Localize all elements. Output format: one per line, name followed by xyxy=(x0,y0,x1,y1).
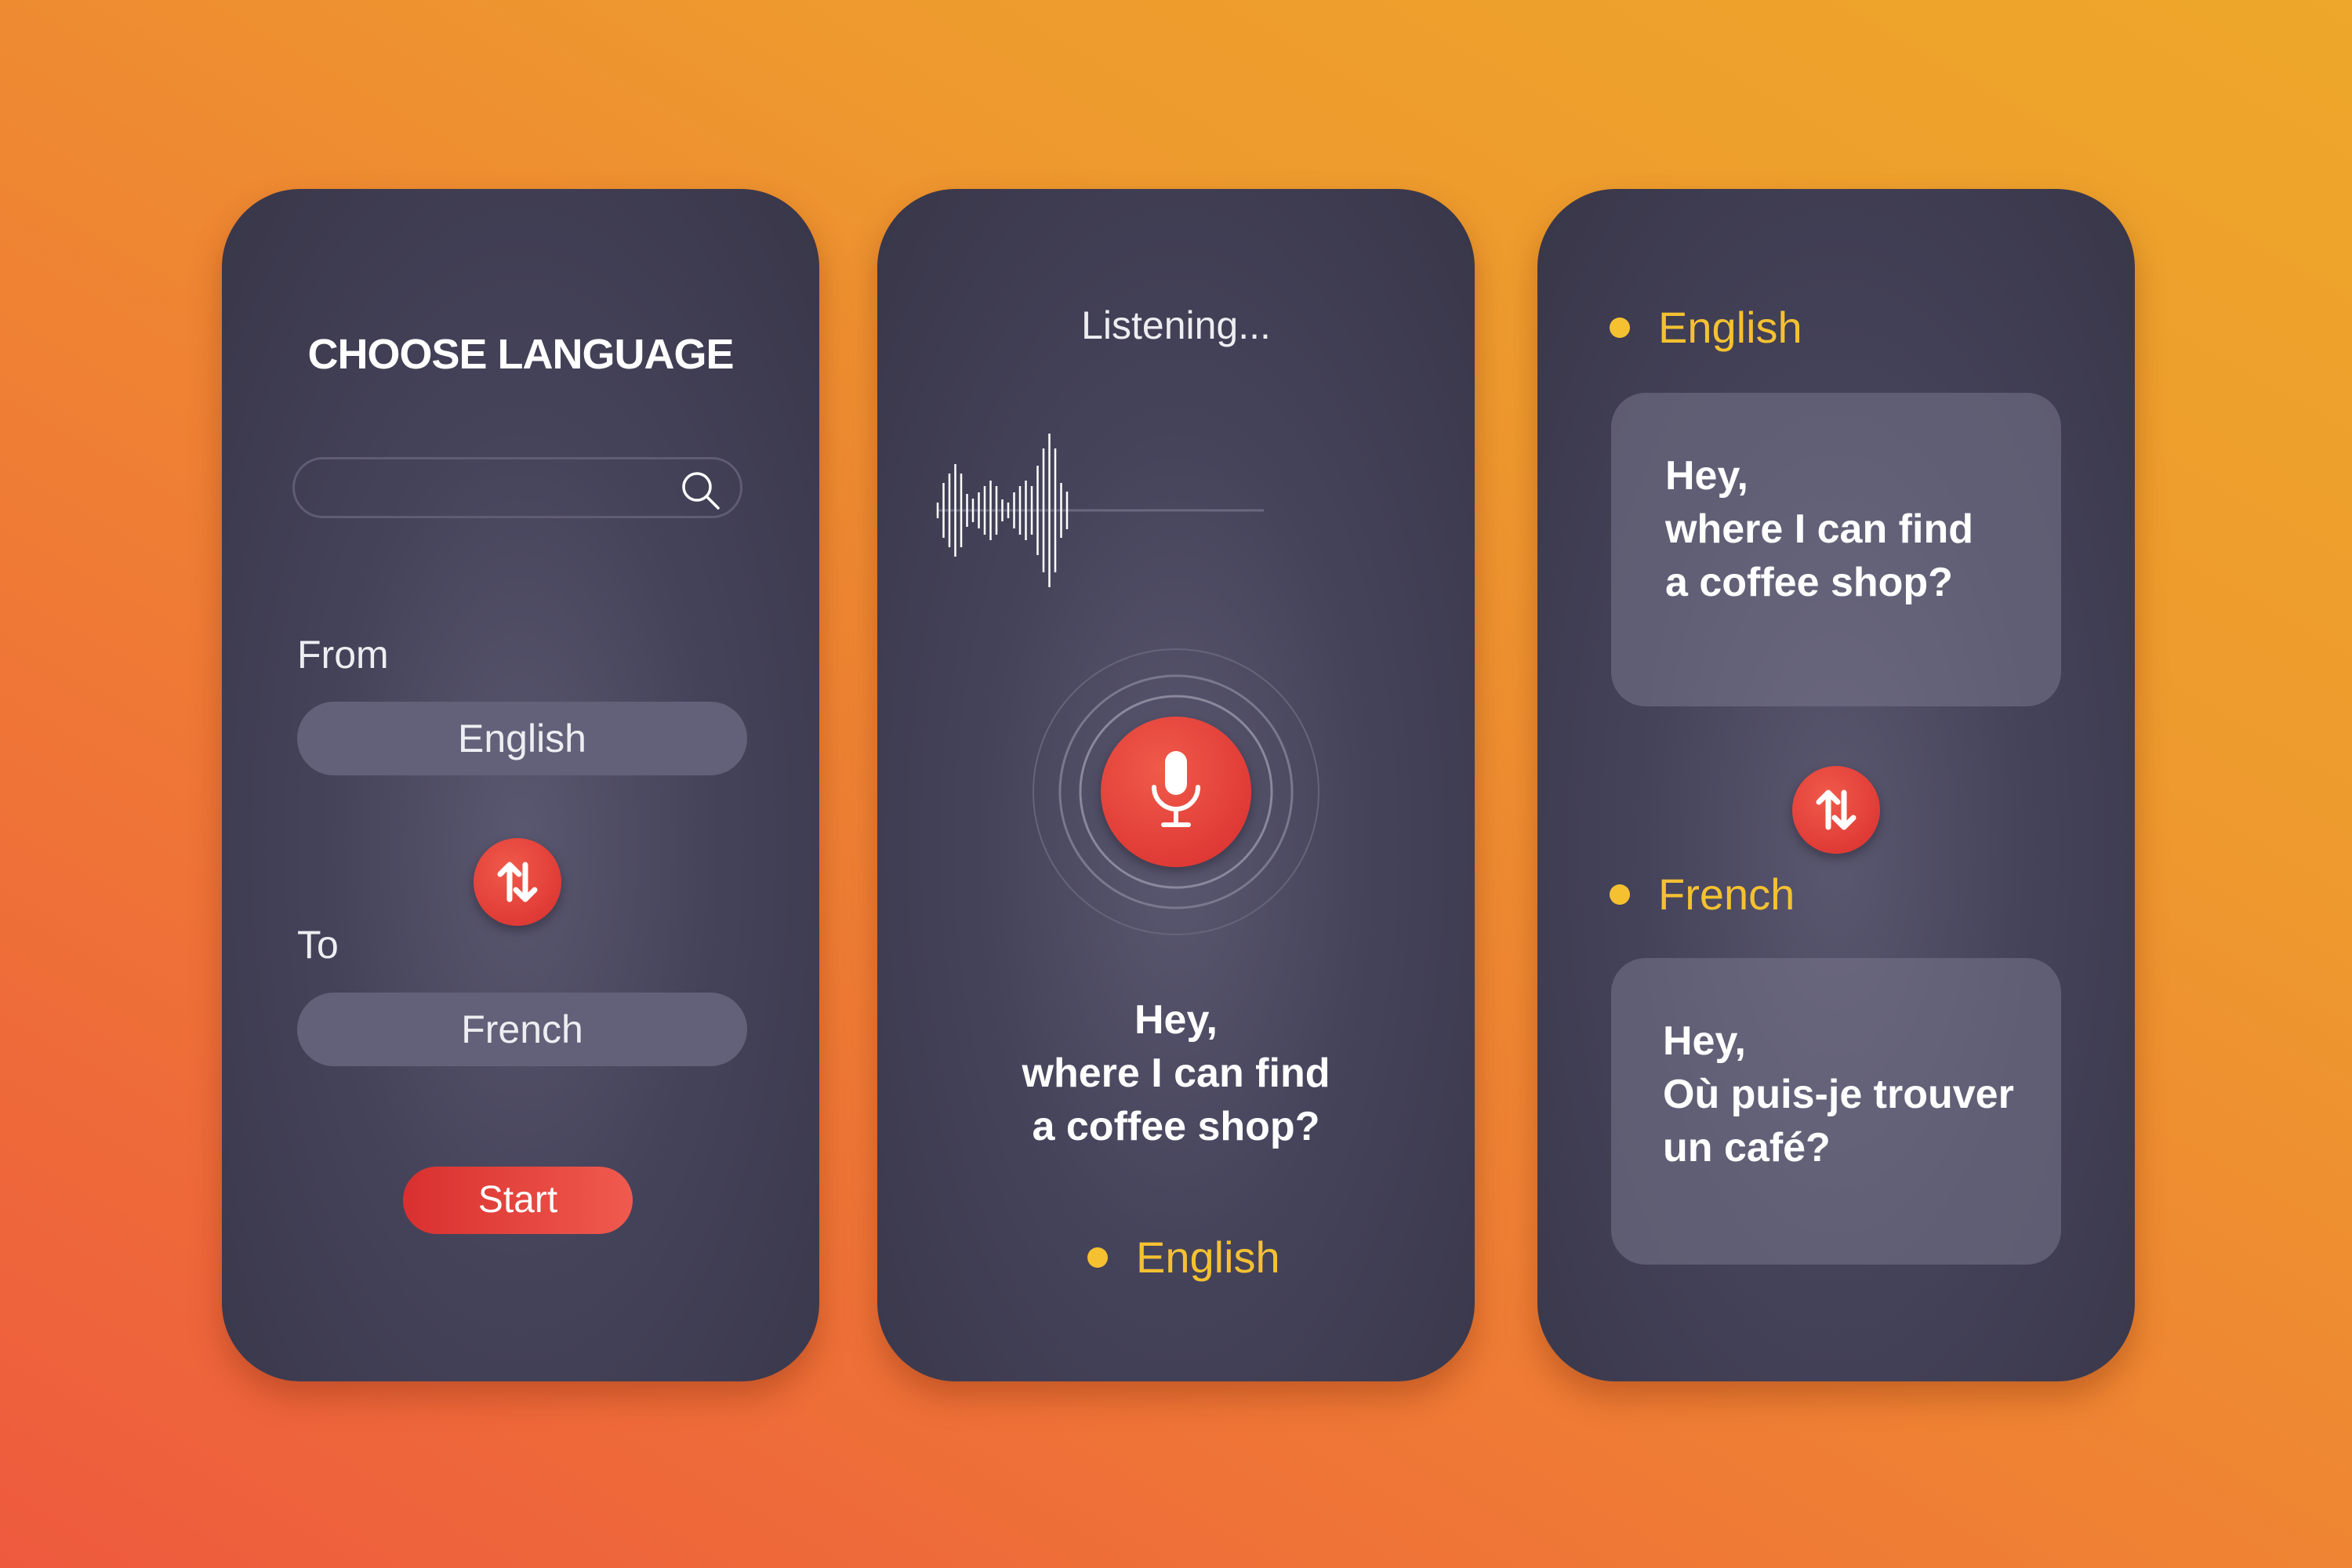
microphone-icon xyxy=(1152,751,1200,827)
search-icon[interactable] xyxy=(679,469,723,513)
target-text-card: Hey, Où puis-je trouver un café? xyxy=(1611,958,2061,1265)
swap-arrows-icon xyxy=(497,862,538,902)
start-button[interactable]: Start xyxy=(403,1167,633,1234)
listening-status: Listening... xyxy=(1081,303,1271,347)
source-language: English xyxy=(1610,302,1802,353)
source-line: a coffee shop? xyxy=(1665,560,1953,605)
target-line: Hey, xyxy=(1663,1018,1746,1064)
source-text-card: Hey, where I can find a coffee shop? xyxy=(1611,393,2061,706)
to-label: To xyxy=(297,923,339,967)
target-language: French xyxy=(1610,869,1795,920)
page-title: CHOOSE LANGUAGE xyxy=(307,331,734,378)
language-label: English xyxy=(1658,303,1802,352)
transcript-text: Hey, where I can find a coffee shop? xyxy=(877,993,1475,1153)
transcript-line: a coffee shop? xyxy=(1032,1104,1320,1149)
swap-languages-button[interactable] xyxy=(1792,766,1880,854)
bullet-dot-icon xyxy=(1087,1247,1108,1268)
from-label: From xyxy=(297,633,389,677)
source-line: where I can find xyxy=(1665,506,1973,552)
microphone-button[interactable] xyxy=(1101,717,1251,867)
search-input[interactable] xyxy=(292,457,742,518)
translation-result-screen: English Hey, where I can find a coffee s… xyxy=(1537,189,2135,1381)
bullet-dot-icon xyxy=(1610,317,1630,338)
source-line: Hey, xyxy=(1665,453,1748,499)
detected-language: English xyxy=(1087,1232,1280,1283)
to-language-select[interactable]: French xyxy=(297,993,747,1066)
from-language-select[interactable]: English xyxy=(297,702,747,775)
language-label: French xyxy=(1658,869,1795,919)
transcript-line: Hey, xyxy=(1134,997,1218,1043)
audio-waveform xyxy=(936,434,1264,587)
choose-language-screen: CHOOSE LANGUAGE From English To French S… xyxy=(222,189,819,1381)
bullet-dot-icon xyxy=(1610,884,1630,905)
target-line: un café? xyxy=(1663,1125,1831,1171)
swap-languages-button[interactable] xyxy=(474,838,561,926)
transcript-line: where I can find xyxy=(1022,1051,1330,1096)
listening-screen: Listening... Hey, where I can find a cof… xyxy=(877,189,1475,1381)
language-label: English xyxy=(1136,1232,1280,1282)
swap-arrows-icon xyxy=(1816,789,1857,830)
target-line: Où puis-je trouver xyxy=(1663,1072,2014,1117)
